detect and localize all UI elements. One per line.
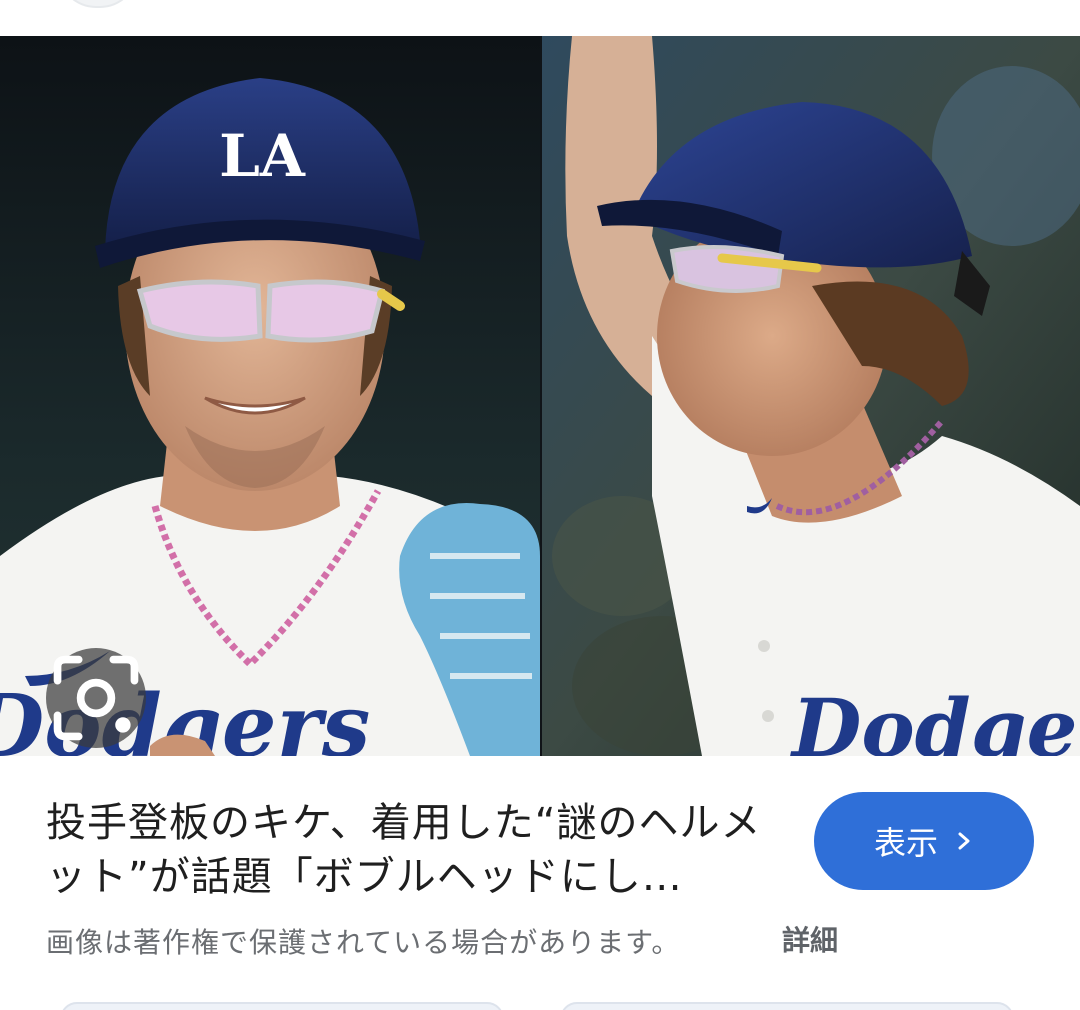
show-button[interactable]: 表示 [814,792,1034,890]
lens-camera-icon [53,655,139,741]
copyright-notice: 画像は著作権で保護されている場合があります。 [46,926,681,959]
right-photo: Dodgers [542,36,1080,756]
right-photo-illustration: Dodgers [542,36,1080,756]
result-image[interactable]: LA Dodgers Dodge [0,36,1080,756]
helmet-la-logo: LA [219,122,306,190]
show-button-label: 表示 [873,824,938,862]
chevron-right-icon [958,832,970,850]
bottom-partial-card-left[interactable] [60,1002,504,1010]
top-partial-chip[interactable] [58,0,138,8]
result-info-panel: 投手登板のキケ、着用した“謎のヘルメット”が話題「ボブルヘッドにし… 表示 画像… [0,756,1080,1010]
image-result-page: LA Dodgers Dodge 投手登板のキケ、着用した“謎のヘルメット”が話… [0,0,1080,1010]
details-link[interactable]: 詳細 [782,919,838,959]
lens-search-button[interactable] [46,648,146,748]
left-photo: LA Dodgers [0,36,540,756]
right-jersey-script: Dodgers [790,681,1080,756]
result-title[interactable]: 投手登板のキケ、着用した“謎のヘルメット”が話題「ボブルヘッドにし… [46,796,766,904]
bottom-partial-card-right[interactable] [560,1002,1014,1010]
